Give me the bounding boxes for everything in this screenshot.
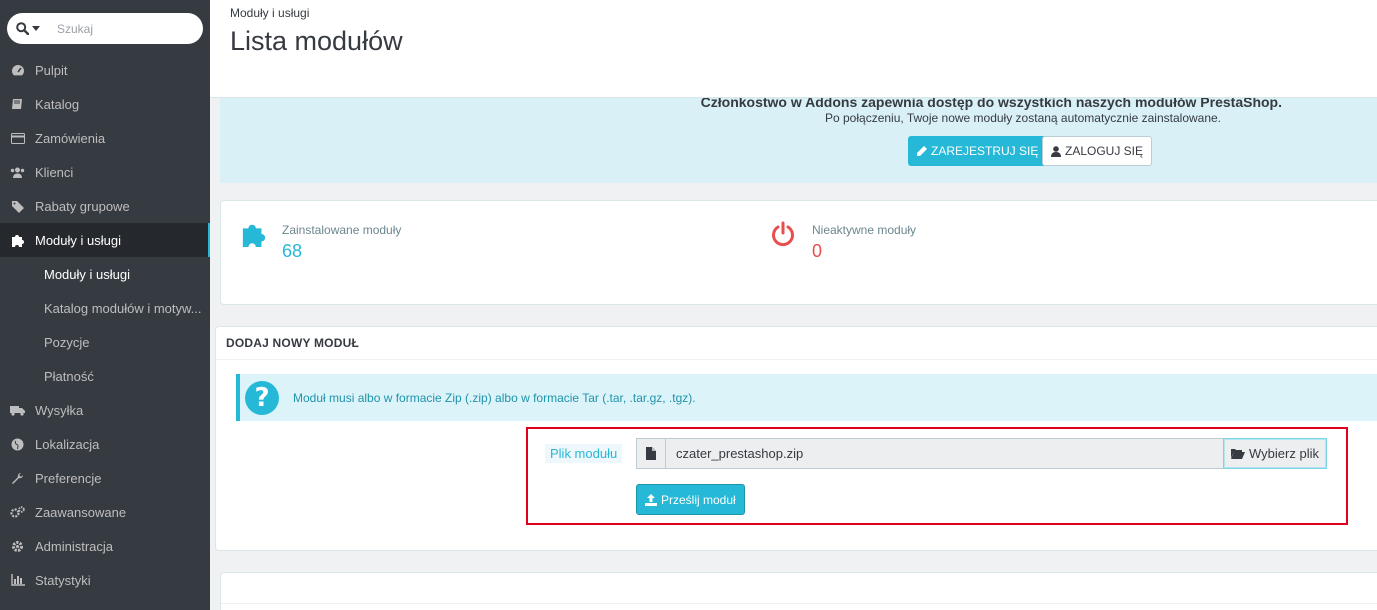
kpi-installed-label: Zainstalowane moduły <box>282 223 402 237</box>
info-alert: ? Moduł musi albo w formacie Zip (.zip) … <box>236 374 1377 421</box>
login-button[interactable]: ZALOGUJ SIĘ <box>1042 136 1153 166</box>
sidebar-item-pulpit[interactable]: Pulpit <box>0 53 210 87</box>
sidebar-subitem-katalog-modulow[interactable]: Katalog modułów i motyw... <box>0 291 210 325</box>
divider <box>221 603 1377 604</box>
sidebar-item-wysylka[interactable]: Wysyłka <box>0 393 210 427</box>
modules-list-panel <box>220 572 1377 610</box>
panel-heading: DODAJ NOWY MODUŁ <box>216 327 1377 360</box>
sidebar-item-label: Zamówienia <box>35 130 106 146</box>
file-icon <box>637 439 666 468</box>
kpi-inactive-label: Nieaktywne moduły <box>812 223 917 237</box>
puzzle-icon <box>0 233 35 247</box>
tags-icon <box>0 200 35 213</box>
sidebar-item-label: Preferencje <box>35 470 102 486</box>
cogs-icon <box>0 505 35 519</box>
sidebar-subitem-moduly-i-uslugi[interactable]: Moduły i usługi <box>0 257 210 291</box>
cog-icon <box>0 540 35 553</box>
search-box[interactable] <box>7 13 203 44</box>
dashboard-icon <box>0 64 35 76</box>
upload-module-label: Prześlij moduł <box>661 492 736 507</box>
sidebar-item-label: Katalog <box>35 96 80 112</box>
sidebar-item-rabaty-grupowe[interactable]: Rabaty grupowe <box>0 189 210 223</box>
register-button[interactable]: ZAREJESTRUJ SIĘ <box>908 136 1047 166</box>
sidebar-item-label: Lokalizacja <box>35 436 100 452</box>
bar-chart-icon <box>0 574 35 586</box>
sidebar-item-label: Klienci <box>35 164 74 180</box>
kpi-installed-value: 68 <box>282 241 303 261</box>
sidebar-item-administracja[interactable]: Administracja <box>0 529 210 563</box>
register-button-label: ZAREJESTRUJ SIĘ <box>931 144 1039 158</box>
sidebar-item-label: Zaawansowane <box>35 504 127 520</box>
question-icon: ? <box>245 380 279 415</box>
page-header: Moduły i usługi Lista modułów <box>210 0 1377 98</box>
sidebar-subitem-pozycje[interactable]: Pozycje <box>0 325 210 359</box>
pencil-icon <box>917 145 927 156</box>
sidebar-item-klienci[interactable]: Klienci <box>0 155 210 189</box>
sidebar-subitem-platnosc[interactable]: Płatność <box>0 359 210 393</box>
file-name-display: czater_prestashop.zip <box>676 446 804 461</box>
truck-icon <box>0 405 35 416</box>
sidebar-item-katalog[interactable]: Katalog <box>0 87 210 121</box>
sidebar-nav: Pulpit Katalog Zamówienia Klienci Rabaty… <box>0 53 210 597</box>
sidebar: Pulpit Katalog Zamówienia Klienci Rabaty… <box>0 0 210 610</box>
sidebar-item-zamowienia[interactable]: Zamówienia <box>0 121 210 155</box>
upload-icon <box>645 493 657 506</box>
sidebar-item-zaawansowane[interactable]: Zaawansowane <box>0 495 210 529</box>
globe-icon <box>0 438 35 451</box>
kpi-inactive-value: 0 <box>812 241 823 261</box>
breadcrumb[interactable]: Moduły i usługi <box>230 6 309 20</box>
upload-module-button[interactable]: Prześlij moduł <box>636 484 745 515</box>
addons-autoinstall-text: Po połączeniu, Twoje nowe moduły zostaną… <box>825 111 1222 125</box>
credit-card-icon <box>0 132 35 144</box>
sidebar-item-statystyki[interactable]: Statystyki <box>0 563 210 597</box>
addons-banner: Członkostwo w Addons zapewnia dostęp do … <box>220 98 1377 183</box>
file-field-label: Plik modułu <box>545 444 623 463</box>
sidebar-item-label: Rabaty grupowe <box>35 198 130 214</box>
file-input[interactable]: czater_prestashop.zip Wybierz plik <box>636 438 1327 469</box>
user-icon <box>1051 145 1061 157</box>
add-module-panel: DODAJ NOWY MODUŁ ? Moduł musi albo w for… <box>215 326 1377 551</box>
choose-file-button[interactable]: Wybierz plik <box>1223 438 1327 469</box>
book-icon <box>0 98 35 110</box>
login-button-label: ZALOGUJ SIĘ <box>1065 144 1144 158</box>
info-text: Moduł musi albo w formacie Zip (.zip) al… <box>293 390 696 405</box>
search-icon <box>16 22 29 35</box>
sidebar-item-preferencje[interactable]: Preferencje <box>0 461 210 495</box>
puzzle-icon <box>242 224 266 247</box>
users-icon <box>0 167 35 178</box>
folder-open-icon <box>1231 449 1246 459</box>
wrench-icon <box>0 472 35 485</box>
chevron-down-icon <box>32 26 40 31</box>
sidebar-item-label: Wysyłka <box>35 402 84 418</box>
search-input[interactable] <box>57 21 197 36</box>
page-title: Lista modułów <box>230 26 403 56</box>
sidebar-item-label: Pulpit <box>35 62 68 78</box>
search-dropdown-toggle[interactable] <box>7 22 51 35</box>
sidebar-item-label: Moduły i usługi <box>35 232 121 248</box>
sidebar-item-lokalizacja[interactable]: Lokalizacja <box>0 427 210 461</box>
addons-membership-text: Członkostwo w Addons zapewnia dostęp do … <box>700 98 1282 110</box>
power-icon <box>772 221 794 247</box>
sidebar-item-label: Administracja <box>35 538 114 554</box>
kpi-row: Zainstalowane moduły 68 Nieaktywne moduł… <box>220 200 1377 305</box>
sidebar-item-label: Statystyki <box>35 572 91 588</box>
choose-file-label: Wybierz plik <box>1249 446 1319 461</box>
sidebar-item-moduly-i-uslugi[interactable]: Moduły i usługi <box>0 223 210 257</box>
